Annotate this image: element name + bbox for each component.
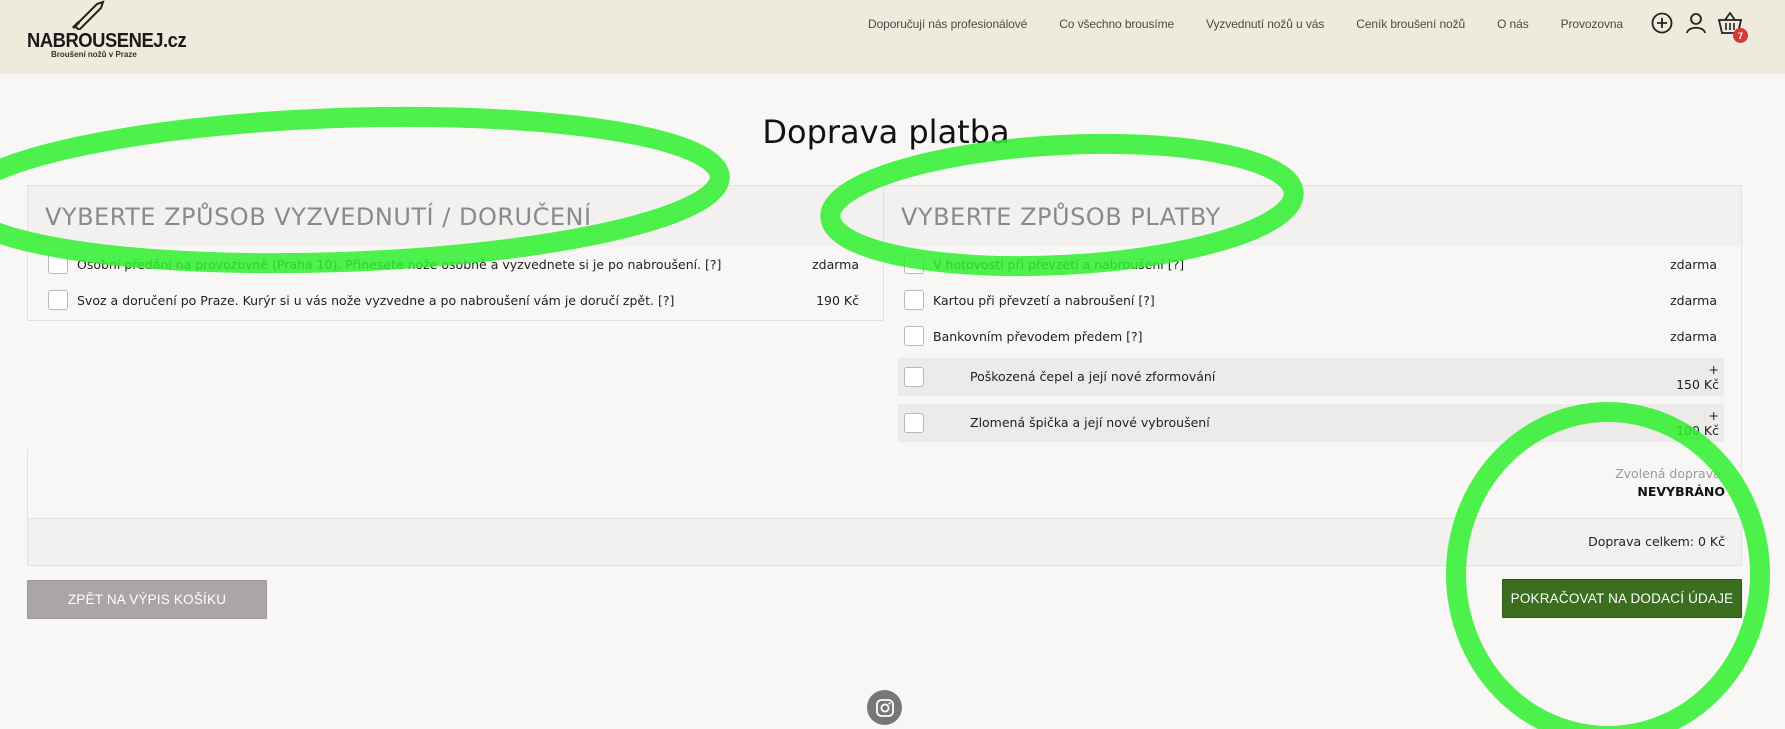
nav-item-pricing[interactable]: Ceník broušení nožů [1356, 17, 1465, 31]
price-value: 150 Kč [1676, 377, 1719, 392]
continue-to-delivery-details-button[interactable]: POKRAČOVAT NA DODACÍ ÚDAJE [1502, 579, 1742, 618]
price-prefix: + [1708, 408, 1719, 423]
delivery-checkbox[interactable] [48, 254, 68, 274]
knife-icon [71, 0, 105, 30]
payment-option-price: zdarma [1670, 256, 1717, 272]
payment-option-card[interactable]: Kartou při převzetí a nabroušení [?] zda… [884, 282, 1741, 318]
back-to-cart-button[interactable]: ZPĚT NA VÝPIS KOŠÍKU [27, 580, 267, 619]
shipping-summary: Zvolená doprava: NEVYBRÁNO Doprava celke… [27, 449, 1742, 566]
extra-service-label: Zlomená špička a její nové vybroušení [970, 415, 1210, 430]
price-prefix: + [1708, 362, 1719, 377]
nav-item-what-we-sharpen[interactable]: Co všechno brousíme [1059, 17, 1174, 31]
extra-service-blade[interactable]: Poškozená čepel a její nové zformování +… [898, 358, 1724, 396]
delivery-options: Osobní předání na provozovně (Praha 10).… [28, 246, 883, 320]
extra-service-checkbox[interactable] [904, 367, 924, 387]
delivery-option-price: 190 Kč [816, 292, 859, 308]
payment-option-cash[interactable]: V hotovosti při převzetí a nabroušení [?… [884, 246, 1741, 282]
delivery-checkbox[interactable] [48, 290, 68, 310]
site-header: NABROUSENEJ.cz Broušení nožů v Praze Dop… [0, 0, 1785, 74]
nav-item-pickup[interactable]: Vyzvednutí nožů u vás [1206, 17, 1324, 31]
chosen-shipping-label: Zvolená doprava: [1615, 466, 1725, 481]
extra-service-price: +150 Kč [1676, 362, 1719, 392]
payment-checkbox[interactable] [904, 290, 924, 310]
payment-checkbox[interactable] [904, 254, 924, 274]
instagram-icon[interactable] [867, 690, 902, 725]
delivery-option-label: Osobní předání na provozovně (Praha 10).… [77, 256, 722, 272]
delivery-option-personal[interactable]: Osobní předání na provozovně (Praha 10).… [28, 246, 883, 282]
delivery-option-price: zdarma [812, 256, 859, 272]
page-title: Doprava platba [762, 113, 1010, 151]
instagram-glyph-icon [875, 698, 894, 717]
payment-panel: VYBERTE ZPŮSOB PLATBY V hotovosti při př… [884, 185, 1742, 450]
delivery-heading: VYBERTE ZPŮSOB VYZVEDNUTÍ / DORUČENÍ [45, 203, 592, 231]
nav-item-store[interactable]: Provozovna [1561, 17, 1623, 31]
extra-service-price: +100 Kč [1676, 408, 1719, 438]
nav-item-professionals[interactable]: Doporučují nás profesionálové [868, 17, 1027, 31]
delivery-option-courier[interactable]: Svoz a doručení po Praze. Kurýr si u vás… [28, 282, 883, 318]
brand-tagline: Broušení nožů v Praze [51, 50, 137, 59]
chosen-shipping-value: NEVYBRÁNO [1637, 484, 1725, 499]
nav-item-about[interactable]: O nás [1497, 17, 1529, 31]
user-icon[interactable] [1685, 12, 1707, 34]
payment-option-label: V hotovosti při převzetí a nabroušení [?… [933, 256, 1185, 272]
delivery-panel: VYBERTE ZPŮSOB VYZVEDNUTÍ / DORUČENÍ Oso… [27, 185, 884, 321]
payment-options: V hotovosti při převzetí a nabroušení [?… [884, 246, 1741, 450]
payment-heading: VYBERTE ZPŮSOB PLATBY [901, 203, 1221, 231]
plus-circle-icon[interactable] [1651, 12, 1673, 34]
payment-option-transfer[interactable]: Bankovním převodem předem [?] zdarma [884, 318, 1741, 354]
extra-service-label: Poškozená čepel a její nové zformování [970, 369, 1216, 384]
payment-option-price: zdarma [1670, 328, 1717, 344]
extra-service-checkbox[interactable] [904, 413, 924, 433]
payment-option-price: zdarma [1670, 292, 1717, 308]
shipping-total: Doprava celkem: 0 Kč [1588, 534, 1725, 549]
payment-option-label: Bankovním převodem předem [?] [933, 328, 1143, 344]
delivery-option-label: Svoz a doručení po Praze. Kurýr si u vás… [77, 292, 675, 308]
cart-count-badge: 7 [1733, 28, 1748, 43]
main-nav: Doporučují nás profesionálové Co všechno… [868, 17, 1623, 31]
shipping-total-row: Doprava celkem: 0 Kč [28, 518, 1741, 565]
extra-service-tip[interactable]: Zlomená špička a její nové vybroušení +1… [898, 404, 1724, 442]
payment-checkbox[interactable] [904, 326, 924, 346]
logo[interactable]: NABROUSENEJ.cz Broušení nožů v Praze [27, 0, 187, 64]
payment-option-label: Kartou při převzetí a nabroušení [?] [933, 292, 1155, 308]
price-value: 100 Kč [1676, 423, 1719, 438]
